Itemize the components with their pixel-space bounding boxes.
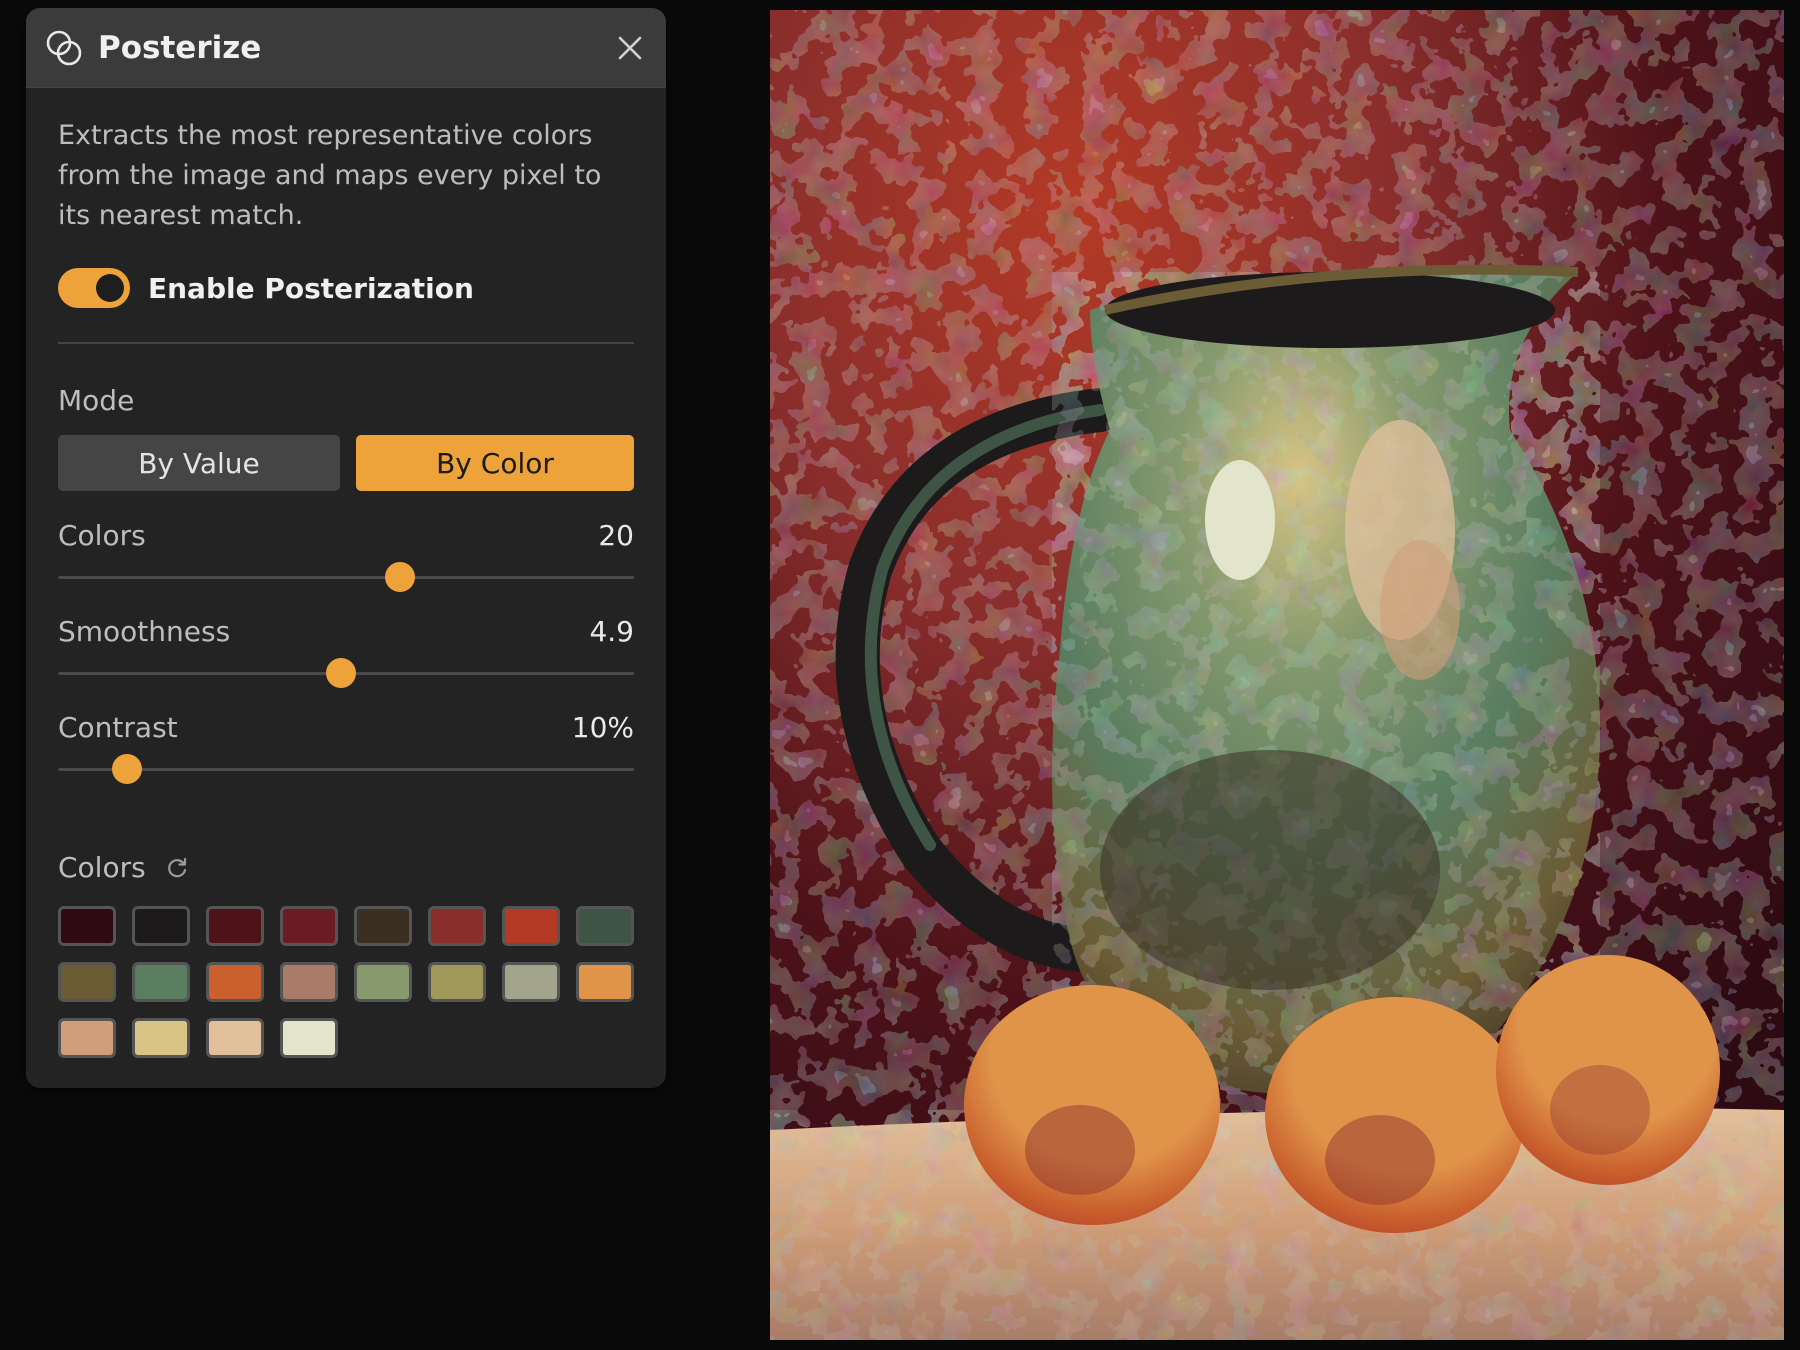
- mode-by-value-button[interactable]: By Value: [58, 435, 340, 491]
- contrast-slider[interactable]: [58, 749, 634, 789]
- close-icon[interactable]: [612, 30, 648, 66]
- palette-swatch[interactable]: [280, 962, 338, 1002]
- palette-swatch[interactable]: [428, 906, 486, 946]
- enable-posterization-toggle[interactable]: [58, 268, 130, 308]
- palette-swatch[interactable]: [206, 1018, 264, 1058]
- divider: [58, 342, 634, 344]
- slider-track: [58, 768, 634, 771]
- slider-thumb[interactable]: [112, 754, 143, 784]
- smoothness-slider[interactable]: [58, 653, 634, 693]
- colors-slider-label: Colors: [58, 518, 146, 552]
- enable-posterization-row: Enable Posterization: [58, 262, 634, 314]
- smoothness-slider-block: Smoothness 4.9: [58, 613, 634, 693]
- colors-slider[interactable]: [58, 557, 634, 597]
- palette-swatch[interactable]: [280, 906, 338, 946]
- posterized-image-canvas[interactable]: [770, 10, 1784, 1340]
- palette-swatch[interactable]: [576, 962, 634, 1002]
- palette-swatch[interactable]: [428, 962, 486, 1002]
- palette-swatch[interactable]: [58, 962, 116, 1002]
- panel-description: Extracts the most representative colors …: [58, 120, 602, 231]
- smoothness-slider-label: Smoothness: [58, 614, 231, 648]
- slider-track: [58, 576, 634, 579]
- enable-posterization-label: Enable Posterization: [148, 271, 474, 305]
- refresh-icon[interactable]: [164, 855, 190, 881]
- palette-swatch[interactable]: [132, 1018, 190, 1058]
- panel-body: Extracts the most representative colors …: [26, 88, 666, 1058]
- panel-header: Posterize: [26, 8, 666, 88]
- palette-swatch[interactable]: [354, 906, 412, 946]
- palette-swatch[interactable]: [502, 962, 560, 1002]
- toggle-knob: [96, 274, 124, 302]
- slider-thumb[interactable]: [325, 658, 356, 688]
- palette-swatch[interactable]: [576, 906, 634, 946]
- mode-label: Mode: [58, 384, 135, 417]
- palette-swatches: [58, 906, 634, 1058]
- palette-swatch[interactable]: [132, 906, 190, 946]
- contrast-slider-block: Contrast 10%: [58, 709, 634, 789]
- colors-slider-value: 20: [598, 518, 634, 552]
- palette-label: Colors: [58, 851, 146, 884]
- smoothness-slider-value: 4.9: [589, 614, 634, 648]
- overlapping-circles-icon: [46, 30, 82, 65]
- palette-swatch[interactable]: [206, 962, 264, 1002]
- slider-thumb[interactable]: [385, 562, 416, 592]
- palette-swatch[interactable]: [132, 962, 190, 1002]
- mode-by-color-button[interactable]: By Color: [356, 435, 634, 491]
- contrast-slider-label: Contrast: [58, 710, 178, 744]
- panel-title: Posterize: [98, 29, 262, 66]
- palette-header: Colors: [58, 851, 634, 884]
- mode-segmented-control: By Value By Color: [58, 435, 634, 491]
- colors-slider-block: Colors 20: [58, 517, 634, 597]
- posterize-panel: Posterize Extracts the most representati…: [26, 8, 666, 1088]
- palette-swatch[interactable]: [502, 906, 560, 946]
- palette-swatch[interactable]: [58, 1018, 116, 1058]
- palette-swatch[interactable]: [354, 962, 412, 1002]
- palette-swatch[interactable]: [280, 1018, 338, 1058]
- posterized-still-life-image: [770, 10, 1784, 1340]
- palette-swatch[interactable]: [58, 906, 116, 946]
- contrast-slider-value: 10%: [571, 710, 634, 744]
- palette-swatch[interactable]: [206, 906, 264, 946]
